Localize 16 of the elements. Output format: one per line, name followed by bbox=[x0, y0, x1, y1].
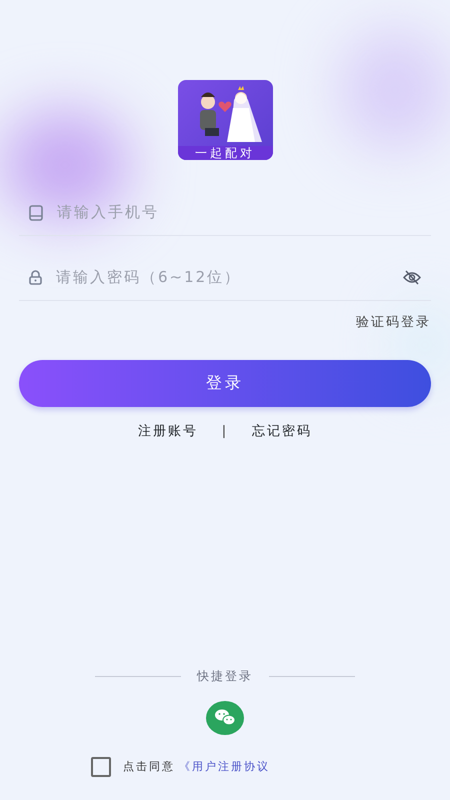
lock-icon bbox=[29, 270, 42, 285]
register-link[interactable]: 注册账号 bbox=[138, 422, 198, 441]
phone-icon bbox=[29, 204, 43, 220]
eye-off-icon[interactable] bbox=[403, 270, 421, 285]
separator: | bbox=[222, 422, 228, 440]
forgot-password-link[interactable]: 忘记密码 bbox=[252, 422, 312, 441]
phone-field[interactable]: 请输入手机号 bbox=[55, 200, 421, 225]
sms-login-link[interactable]: 验证码登录 bbox=[356, 313, 431, 332]
user-agreement-link[interactable]: 《用户注册协议 bbox=[179, 758, 270, 776]
login-button[interactable]: 登录 bbox=[19, 360, 431, 406]
quick-login-title: 快捷登录 bbox=[197, 668, 253, 685]
password-field[interactable]: 请输入密码（6~12位） bbox=[54, 265, 391, 290]
wechat-button[interactable] bbox=[206, 701, 244, 735]
agreement-checkbox[interactable] bbox=[91, 757, 111, 777]
logo-caption: 一起配对 bbox=[178, 146, 272, 160]
agreement-text: 点击同意 bbox=[123, 758, 175, 775]
